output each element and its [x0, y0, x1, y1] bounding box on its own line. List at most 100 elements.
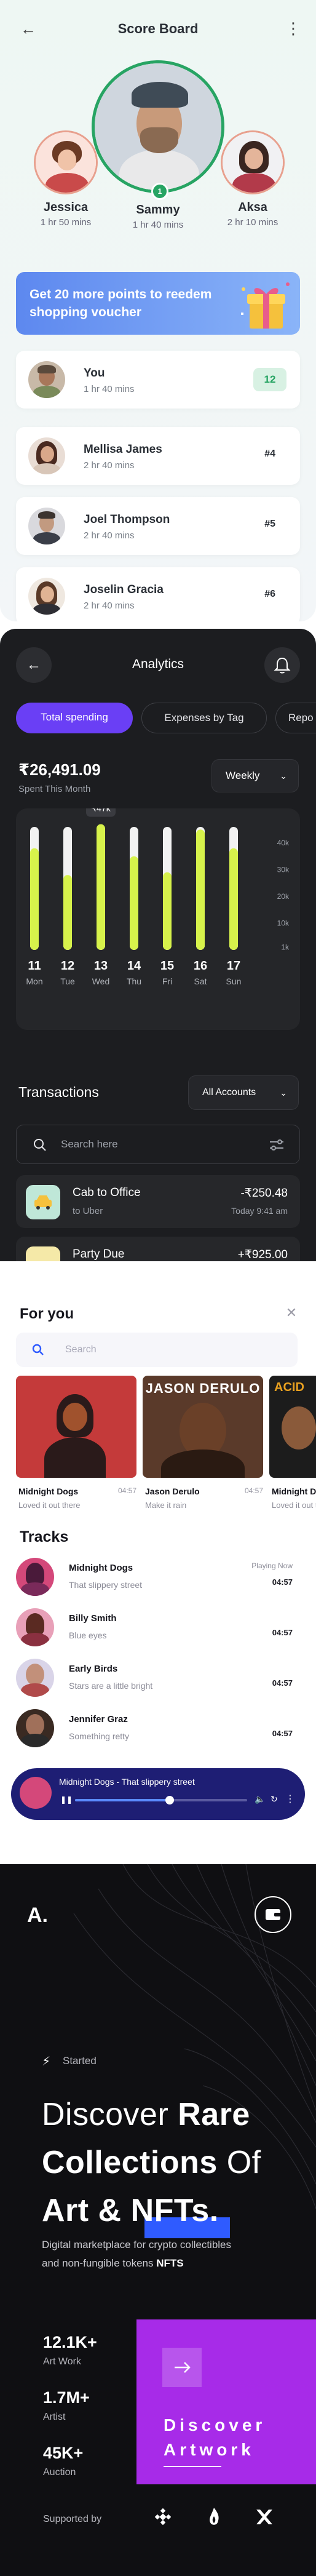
transaction-row[interactable]: Cab to Office to Uber -₹250.48 Today 9:4…	[16, 1175, 300, 1228]
album-card[interactable]: Midnight Dogs 04:57 Loved it out there	[16, 1376, 136, 1520]
track-avatar	[16, 1709, 54, 1747]
nft-screen: A. ⚡ Started Discover Rare Collections O…	[0, 1864, 316, 2576]
voucher-promo-banner[interactable]: Get 20 more points to reedem shopping vo…	[16, 272, 300, 335]
x-tick-weekday: Thu	[127, 976, 141, 986]
period-select[interactable]: Weekly ⌄	[211, 759, 299, 792]
lightning-icon: ⚡	[42, 2055, 51, 2068]
rank-label: #4	[264, 449, 275, 459]
repeat-icon[interactable]: ↻	[271, 1794, 278, 1804]
bar-chart: 11 Mon 12 Tue 13 Wed 14 Thu 15 Fri 16 Sat 17 Sun ₹47k 4…	[26, 799, 290, 986]
track-row[interactable]: Billy Smith Blue eyes 04:57	[16, 1608, 301, 1648]
list-item[interactable]: Mellisa James 2 hr 40 mins #4	[16, 427, 300, 485]
avatar: 1	[92, 60, 224, 200]
tab-expenses-by-tag[interactable]: Expenses by Tag	[141, 703, 267, 733]
rank-label: #5	[264, 519, 275, 529]
search-input[interactable]: Search here	[16, 1125, 300, 1164]
row-name: Joel Thompson	[84, 513, 170, 526]
podium-name: Sammy	[136, 203, 180, 217]
podium-first[interactable]: 1 Sammy 1 hr 40 mins	[87, 60, 229, 230]
avatar	[28, 508, 65, 544]
transaction-name: Cab to Office	[73, 1186, 141, 1199]
started-label: Started	[63, 2055, 97, 2067]
filter-icon[interactable]	[270, 1139, 283, 1151]
promo-text: Get 20 more points to reedem shopping vo…	[30, 287, 212, 319]
hero-description: Digital marketplace for crypto collectib…	[42, 2236, 288, 2273]
arrow-right-icon	[162, 2348, 202, 2387]
transaction-amount: -₹250.48	[240, 1187, 288, 1200]
hero-text: NFTs.	[130, 2193, 219, 2228]
x-tick-day: 11	[28, 959, 41, 973]
supported-by-label: Supported by	[43, 2514, 102, 2524]
x-tick-day: 13	[94, 959, 108, 973]
y-tick-label: 10k	[277, 919, 290, 928]
x-tick-weekday: Tue	[60, 976, 75, 986]
bar	[163, 872, 172, 950]
description-text: Digital marketplace for crypto collectib…	[42, 2239, 232, 2251]
hero-text: Of	[217, 2145, 261, 2180]
list-item[interactable]: Joselin Gracia 2 hr 40 mins #6	[16, 567, 300, 621]
hero-heading: Discover Rare Collections Of Art & NFTs.	[42, 2091, 261, 2238]
track-avatar	[16, 1608, 54, 1646]
podium-time: 1 hr 40 mins	[132, 220, 184, 230]
podium-time: 2 hr 10 mins	[227, 217, 278, 228]
accounts-value: All Accounts	[202, 1087, 256, 1098]
bell-icon[interactable]	[264, 647, 300, 683]
track-row[interactable]: Early Birds Stars are a little bright 04…	[16, 1659, 301, 1698]
accounts-select[interactable]: All Accounts ⌄	[188, 1075, 299, 1110]
bar	[30, 848, 39, 950]
album-duration: 04:57	[117, 1486, 136, 1495]
stat-value: 45K+	[43, 2444, 84, 2462]
search-icon	[34, 1139, 46, 1151]
transaction-row[interactable]: Party Due +₹925.00	[16, 1237, 300, 1261]
binance-icon[interactable]	[154, 2508, 172, 2526]
avatar	[221, 130, 285, 194]
track-row[interactable]: Midnight Dogs That slippery street Playi…	[16, 1558, 301, 1597]
period-value: Weekly	[226, 770, 260, 781]
flame-icon[interactable]	[207, 2506, 221, 2527]
pause-icon[interactable]: ❚❚	[60, 1795, 73, 1804]
cover-text: JASON DERULO	[145, 1381, 261, 1396]
track-title: Jennifer Graz	[69, 1714, 128, 1725]
volume-icon[interactable]: 🔈	[255, 1794, 265, 1804]
album-card[interactable]: ACID Midnight Dogs Loved it out there	[269, 1376, 316, 1520]
row-time: 1 hr 40 mins	[84, 384, 135, 394]
tab-total-spending[interactable]: Total spending	[16, 703, 133, 733]
underline	[164, 2466, 221, 2467]
rank-medal: 1	[151, 183, 168, 200]
progress-knob[interactable]	[165, 1796, 174, 1804]
track-row[interactable]: Jennifer Graz Something retty 04:57	[16, 1709, 301, 1749]
row-name: Mellisa James	[84, 443, 162, 456]
track-artist: Something retty	[69, 1731, 130, 1741]
album-title: Midnight Dogs	[18, 1486, 79, 1496]
transaction-name: Party Due	[73, 1248, 125, 1261]
x-tick-weekday: Sun	[226, 976, 242, 986]
progress-track[interactable]	[75, 1796, 247, 1804]
wallet-icon[interactable]	[255, 1896, 291, 1933]
chevron-down-icon: ⌄	[280, 771, 287, 781]
track-title: Billy Smith	[69, 1613, 117, 1624]
album-card[interactable]: JASON DERULO Jason Derulo 04:57 Make it …	[143, 1376, 263, 1520]
bar	[196, 829, 205, 950]
x-tick-day: 17	[227, 959, 240, 973]
y-tick-label: 40k	[277, 839, 290, 847]
list-item[interactable]: Joel Thompson 2 hr 40 mins #5	[16, 497, 300, 555]
close-icon[interactable]: ✕	[283, 1304, 300, 1322]
amount-label: Spent This Month	[18, 784, 91, 794]
more-options-icon[interactable]: ⋮	[285, 18, 301, 38]
tab-reports[interactable]: Repo	[275, 703, 316, 733]
track-duration: 04:57	[272, 1628, 293, 1637]
section-title: Tracks	[20, 1528, 69, 1545]
search-input[interactable]: Search	[16, 1333, 298, 1367]
page-title: Score Board	[117, 21, 199, 36]
podium-third[interactable]: Aksa 2 hr 10 mins	[213, 130, 293, 228]
bar	[97, 824, 105, 950]
bar	[130, 856, 138, 950]
brand-logo: A.	[27, 1904, 48, 1927]
cover-text: ACID	[274, 1381, 304, 1394]
gift-icon	[241, 282, 290, 329]
more-options-icon[interactable]: ⋮	[285, 1793, 295, 1805]
list-item-you[interactable]: You 1 hr 40 mins 12	[16, 351, 300, 409]
discover-artwork-button[interactable]: Discover Artwork	[136, 2319, 316, 2484]
mini-player[interactable]: Midnight Dogs - That slippery street ❚❚ …	[11, 1768, 305, 1820]
x-logo-icon[interactable]	[255, 2508, 274, 2526]
